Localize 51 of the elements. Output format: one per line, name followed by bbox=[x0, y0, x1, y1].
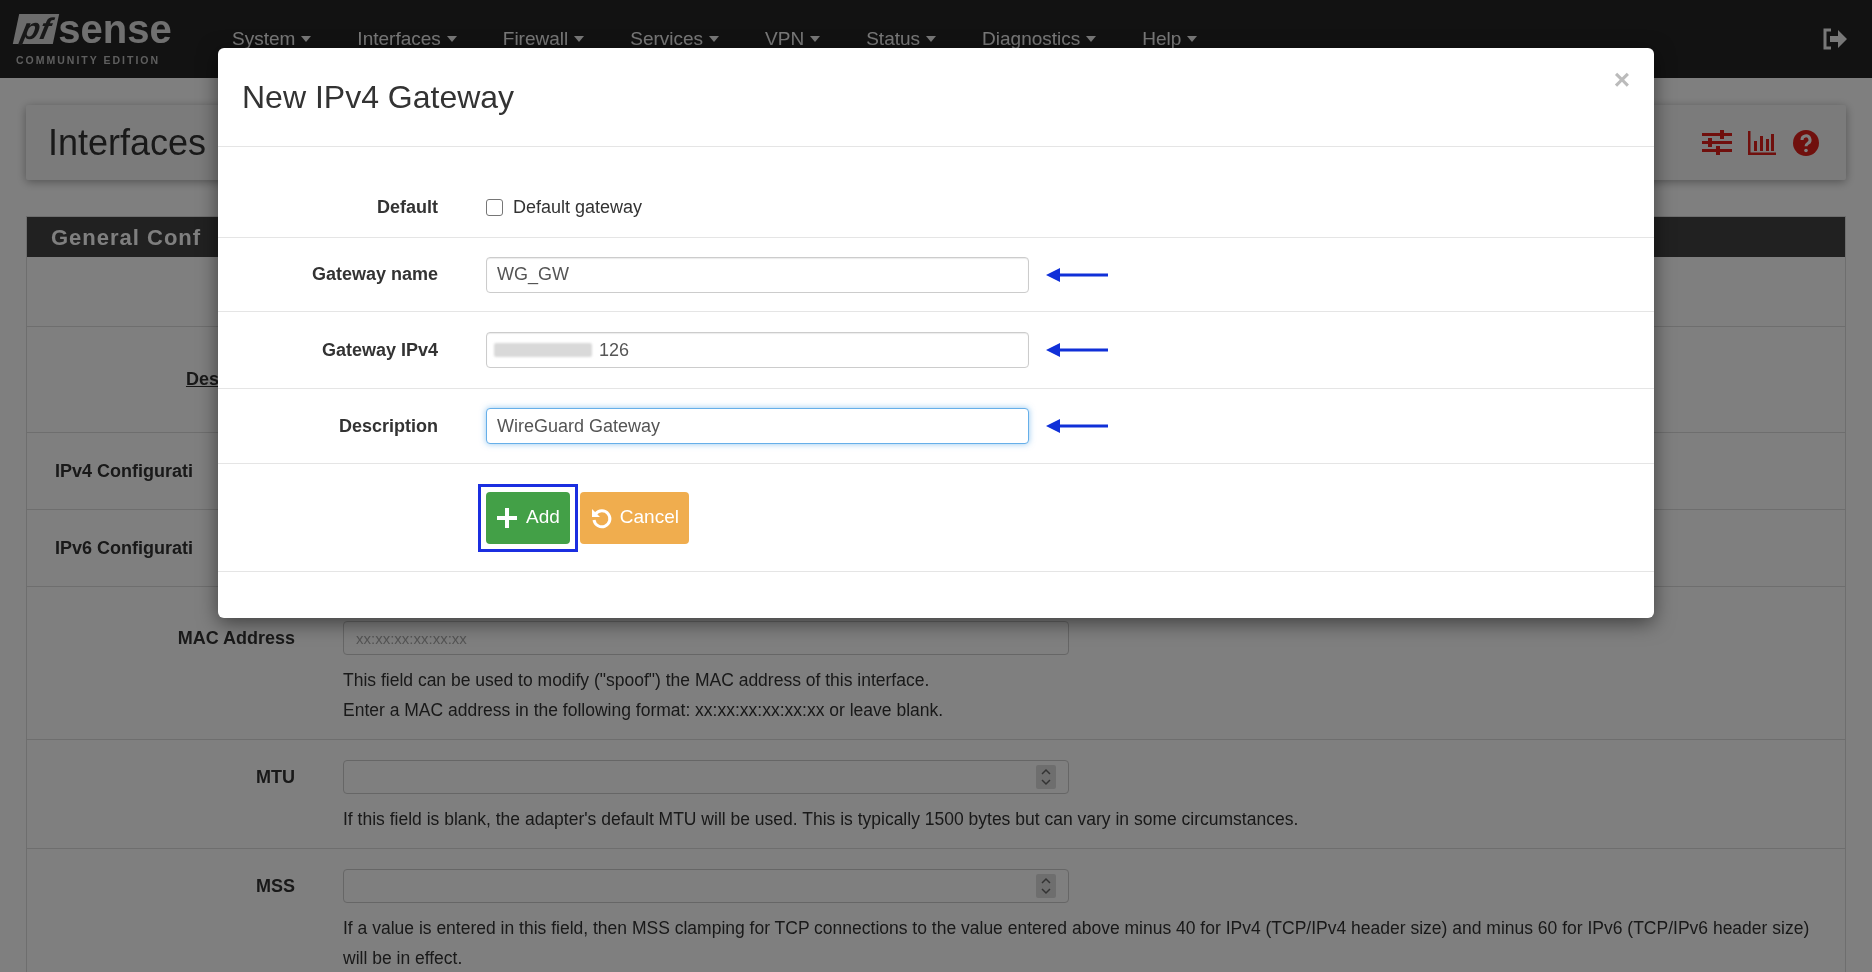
logo-subtitle: COMMUNITY EDITION bbox=[16, 53, 162, 69]
logo-text: sense bbox=[58, 9, 172, 50]
section-heading: IPv6 Configurati bbox=[55, 536, 193, 560]
caret-icon bbox=[810, 36, 821, 42]
help-icon[interactable] bbox=[1792, 128, 1820, 157]
section-heading: IPv4 Configurati bbox=[55, 459, 193, 483]
modal-title: New IPv4 Gateway bbox=[242, 78, 515, 117]
checkbox[interactable] bbox=[486, 198, 503, 216]
help-text: Enter a MAC address in the following format: xx:xx:xx:xx:xx:xx or leave blank. bbox=[343, 699, 945, 722]
sliders-icon[interactable] bbox=[1702, 129, 1732, 156]
spinner-icon[interactable] bbox=[1036, 874, 1056, 898]
field-label: MAC Address bbox=[177, 628, 295, 648]
nav-menu[interactable]: VPN bbox=[765, 24, 821, 54]
field-label: Default bbox=[377, 196, 438, 217]
caret-icon bbox=[926, 36, 937, 42]
logo-mark: pf bbox=[12, 14, 60, 45]
caret-icon bbox=[301, 36, 312, 42]
logout-icon[interactable] bbox=[1822, 28, 1848, 50]
caret-icon bbox=[574, 36, 585, 42]
caret-icon bbox=[446, 36, 457, 42]
nav-menu[interactable]: Firewall bbox=[502, 24, 585, 54]
field-label: Gateway IPv4 bbox=[321, 339, 438, 360]
nav-menu[interactable]: Status bbox=[866, 24, 937, 54]
nav-menu[interactable]: Interfaces bbox=[357, 24, 457, 54]
help-text: If this field is blank, the adapter's default MTU will be used. This is typically 1500 bytes but can vary in some circumstances. bbox=[343, 808, 1300, 831]
number-field[interactable] bbox=[343, 869, 1069, 903]
input-field[interactable]: WG_GW bbox=[486, 256, 1029, 293]
field-label: Description bbox=[338, 415, 438, 436]
number-field[interactable] bbox=[343, 760, 1069, 794]
field-label: MSS bbox=[256, 876, 295, 896]
caret-icon bbox=[1187, 36, 1198, 42]
help-text: If a value is entered in this field, then MSS clamping for TCP connections to the value entered above minus 40 for IPv4 (TCP/IPv4 header size) and minus 60 for IPv6 (TCP/IPv6 header size) will be in effect. bbox=[343, 917, 1811, 970]
input-field[interactable]: WireGuard Gateway bbox=[486, 408, 1029, 444]
caret-icon bbox=[1086, 36, 1097, 42]
nav-menu[interactable]: Help bbox=[1142, 24, 1198, 54]
help-text: This field can be used to modify ("spoof") the MAC address of this interface. bbox=[343, 669, 931, 692]
field-label: MTU bbox=[256, 767, 295, 787]
nav-menu[interactable]: System bbox=[232, 24, 312, 54]
field-link[interactable]: Des bbox=[185, 369, 219, 389]
page-title: Interfaces bbox=[48, 120, 207, 165]
add-button[interactable]: Add bbox=[486, 491, 570, 544]
caret-icon bbox=[709, 36, 720, 42]
panel-title: General Conf bbox=[51, 223, 202, 252]
spinner-icon[interactable] bbox=[1036, 765, 1056, 789]
bar-chart-icon[interactable] bbox=[1748, 130, 1776, 155]
plus-icon bbox=[496, 506, 518, 529]
field-label: Gateway name bbox=[311, 264, 438, 284]
input-field[interactable]: 126 bbox=[486, 332, 1029, 368]
checkbox-label: Default gateway bbox=[513, 195, 643, 219]
nav-menu[interactable]: Services bbox=[630, 24, 720, 54]
nav-menu[interactable]: Diagnostics bbox=[982, 24, 1097, 54]
